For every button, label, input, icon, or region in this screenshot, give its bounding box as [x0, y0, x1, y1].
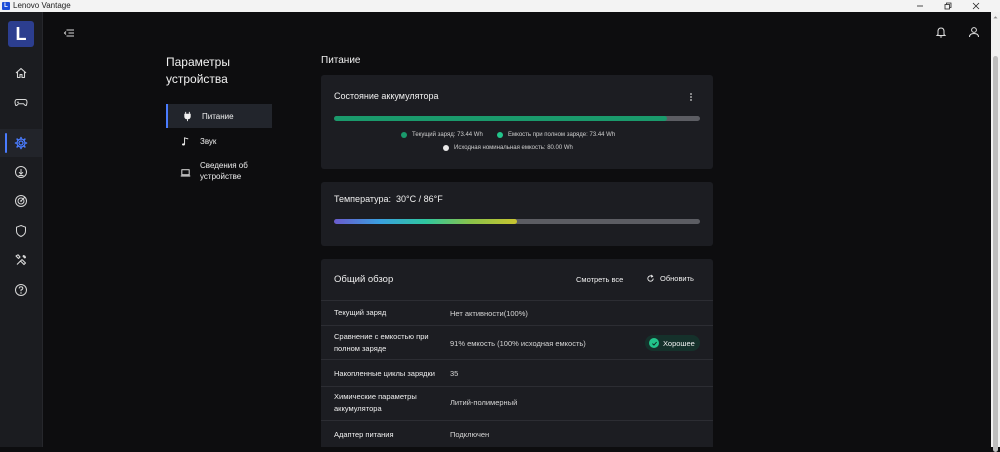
section-title: Питание — [321, 55, 361, 66]
table-row: Текущий заряд Нет активности(100%) — [321, 300, 713, 325]
help-icon — [15, 284, 27, 296]
music-note-icon — [179, 135, 191, 147]
row-value: Нет активности(100%) — [450, 309, 528, 318]
rail-item-security[interactable] — [0, 217, 42, 245]
overview-card: Общий обзор Смотреть все Обновить Текущи… — [321, 259, 713, 447]
brand-logo[interactable]: L — [8, 21, 34, 47]
restore-button[interactable] — [934, 0, 962, 12]
settings-nav-sound[interactable]: Звук — [166, 129, 270, 153]
row-value: Подключен — [450, 430, 490, 439]
legend-dot — [497, 132, 503, 138]
vertical-scrollbar[interactable] — [991, 12, 1000, 452]
scrollbar-thumb[interactable] — [993, 56, 998, 452]
temperature-bar — [334, 219, 700, 224]
refresh-icon — [647, 274, 654, 282]
table-row: Химические параметры аккумулятора Литий-… — [321, 386, 713, 420]
settings-nav-label: Питание — [202, 111, 234, 121]
scroll-up-arrow[interactable] — [991, 13, 1000, 22]
minimize-icon — [917, 5, 923, 7]
close-icon — [972, 2, 980, 10]
settings-nav-device-info[interactable]: Сведения об устройстве — [166, 158, 270, 186]
gear-icon — [14, 136, 28, 150]
rail-item-device-settings[interactable] — [0, 129, 42, 157]
row-key: Адаптер питания — [334, 430, 394, 439]
temperature-fill — [334, 219, 517, 224]
shield-icon — [16, 224, 26, 238]
rail-item-radar[interactable] — [0, 187, 42, 215]
radar-icon — [15, 195, 27, 207]
status-badge-label: Хорошее — [663, 338, 695, 348]
temperature-card: Температура: 30°C / 86°F — [321, 182, 713, 246]
settings-nav-power[interactable]: Питание — [166, 104, 272, 128]
window-title: Lenovo Vantage — [13, 1, 71, 10]
account-icon[interactable] — [967, 25, 981, 39]
view-all-button[interactable]: Смотреть все — [576, 275, 623, 284]
legend-label: Исходная номинальная емкость: — [454, 145, 546, 151]
settings-nav-label: Сведения об устройстве — [200, 161, 248, 181]
window-titlebar: L Lenovo Vantage — [0, 0, 1000, 12]
row-value: 35 — [450, 369, 459, 378]
battery-status-title: Состояние аккумулятора — [334, 91, 439, 101]
battery-capacity-fill — [334, 116, 668, 121]
rail-item-tools[interactable] — [0, 246, 42, 274]
legend-dot — [443, 145, 449, 151]
row-key: Накопленные циклы зарядки — [334, 369, 435, 378]
table-row: Сравнение с емкостью при полном заряде 9… — [321, 325, 713, 359]
navigation-rail: L — [0, 12, 43, 447]
minimize-button[interactable] — [906, 0, 934, 12]
temperature-label: Температура: — [334, 194, 392, 204]
legend-label: Емкость при полном заряде: — [508, 132, 588, 138]
row-value: 91% емкость (100% исходная емкость) — [450, 339, 586, 348]
row-value: Литий-полимерный — [450, 398, 518, 407]
temperature-title: Температура: 30°C / 86°F — [334, 194, 443, 204]
plug-icon — [181, 110, 193, 122]
row-key: Химические параметры аккумулятора — [334, 392, 417, 413]
rail-item-help[interactable] — [0, 276, 42, 304]
legend-label: Текущий заряд: — [412, 132, 456, 138]
legend-dot — [401, 132, 407, 138]
rail-item-download[interactable] — [0, 158, 42, 186]
row-key: Текущий заряд — [334, 308, 387, 317]
refresh-label: Обновить — [660, 274, 694, 283]
rail-item-home[interactable] — [0, 59, 42, 87]
table-row: Накопленные циклы зарядки 35 — [321, 359, 713, 386]
legend-value: 80.00 Wh — [547, 145, 573, 151]
legend-value: 73.44 Wh — [589, 132, 616, 138]
refresh-button[interactable]: Обновить — [646, 274, 694, 283]
gamepad-icon — [14, 99, 28, 107]
close-button[interactable] — [962, 0, 990, 12]
laptop-icon — [179, 166, 191, 178]
home-icon — [15, 67, 27, 79]
battery-status-card: Состояние аккумулятора Текущий заряд: 73… — [321, 75, 713, 169]
row-key: Сравнение с емкостью при полном заряде — [334, 332, 429, 353]
overview-title: Общий обзор — [334, 274, 394, 285]
settings-title: Параметры устройства — [166, 55, 230, 86]
status-badge: Хорошее — [645, 335, 700, 351]
more-options-icon[interactable] — [688, 92, 694, 102]
table-row: Адаптер питания Подключен — [321, 420, 713, 448]
settings-nav-label: Звук — [200, 136, 217, 146]
app-logo: L — [2, 2, 10, 10]
check-icon — [649, 338, 659, 348]
tools-icon — [15, 254, 27, 266]
bell-icon[interactable] — [934, 25, 948, 39]
legend-full-capacity: Емкость при полном заряде: 73.44 Wh — [497, 132, 615, 138]
collapse-menu-icon[interactable] — [62, 26, 76, 40]
battery-capacity-bar — [334, 116, 700, 121]
legend-value: 73.44 Wh — [457, 132, 483, 138]
rail-item-gaming[interactable] — [0, 88, 42, 116]
legend-current-charge: Текущий заряд: 73.44 Wh — [401, 132, 483, 138]
legend-design-capacity: Исходная номинальная емкость: 80.00 Wh — [443, 145, 573, 151]
download-icon — [15, 166, 27, 178]
temperature-value: 30°C / 86°F — [396, 194, 443, 204]
restore-icon — [944, 2, 952, 10]
